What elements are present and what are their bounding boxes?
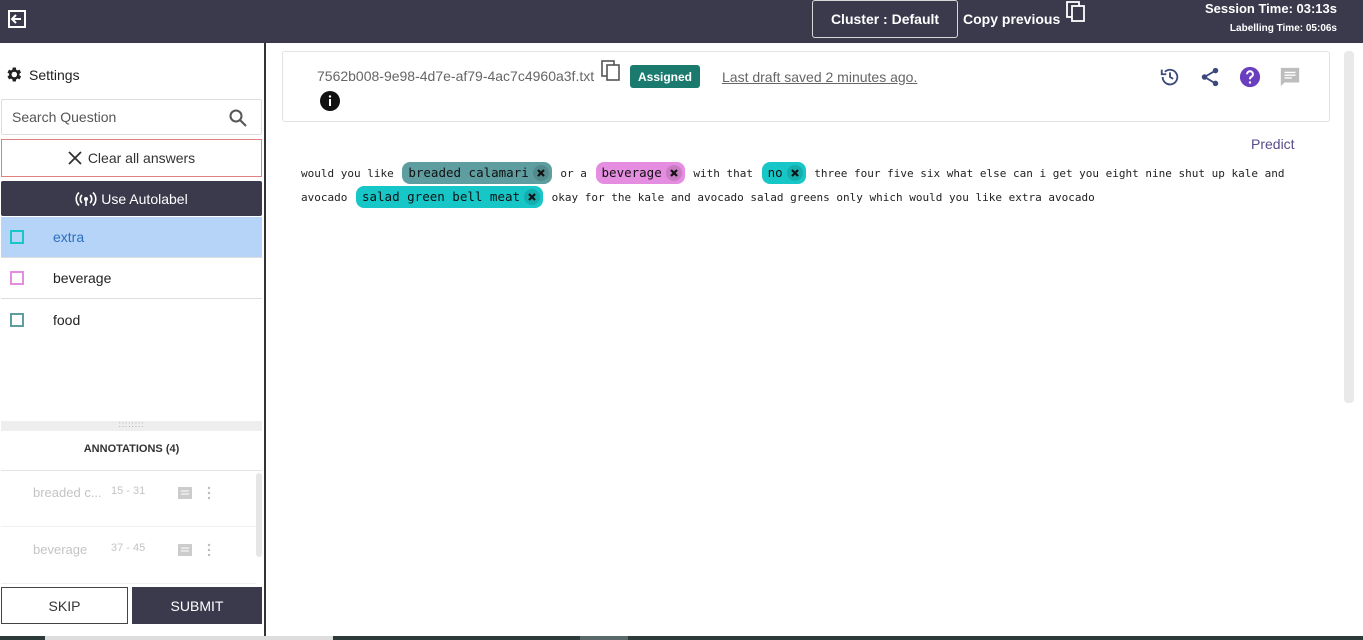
file-name: 7562b008-9e98-4d7e-af79-4ac7c4960a3f.txt — [317, 68, 595, 84]
history-icon[interactable] — [1159, 66, 1181, 88]
comment-icon[interactable] — [1279, 66, 1301, 88]
sidebar: Settings Clear all answers Use Autolabel… — [0, 43, 266, 640]
clear-all-label: Clear all answers — [87, 150, 196, 166]
search-icon[interactable] — [229, 109, 247, 127]
copy-previous-button[interactable]: Copy previous — [963, 1, 1086, 37]
annotation-row[interactable]: beverage 37 - 45 — [1, 528, 256, 584]
taskbar-segment — [580, 636, 628, 640]
text-segment: with that — [693, 167, 753, 180]
autolabel-label: Use Autolabel — [101, 190, 188, 207]
use-autolabel-button[interactable]: Use Autolabel — [1, 181, 262, 216]
copy-icon — [1066, 1, 1086, 22]
help-icon[interactable] — [1239, 66, 1261, 88]
search-input[interactable] — [2, 100, 222, 134]
search-box — [1, 99, 262, 135]
span-text: no — [767, 165, 783, 180]
checkbox[interactable] — [10, 230, 24, 244]
annotation-row[interactable]: breaded c... 15 - 31 — [1, 471, 256, 527]
annotations-scrollbar[interactable] — [256, 473, 262, 557]
labelling-time: Labelling Time: 05:06s — [1229, 23, 1337, 34]
label-name: food — [53, 311, 81, 328]
status-badge: Assigned — [630, 65, 701, 88]
label-item-beverage[interactable]: beverage — [1, 258, 262, 299]
annotation-text: breaded c... — [33, 485, 102, 500]
draft-saved-link[interactable]: Last draft saved 2 minutes ago. — [722, 69, 917, 85]
taskbar-strip — [0, 636, 1363, 640]
text-segment: okay for the kale and avocado salad gree… — [551, 191, 1095, 204]
session-time: Session Time: 03:13s — [1205, 1, 1337, 16]
info-icon[interactable] — [320, 91, 340, 111]
cluster-button[interactable]: Cluster : Default — [812, 0, 958, 38]
comment-icon[interactable] — [178, 544, 192, 556]
resize-handle[interactable]: :::::::: — [1, 421, 262, 431]
document-text: would you like breaded calamari or a bev… — [301, 162, 1311, 210]
settings-label: Settings — [29, 66, 80, 83]
remove-span-icon[interactable] — [524, 189, 541, 205]
clear-all-answers-button[interactable]: Clear all answers — [1, 139, 262, 177]
remove-span-icon[interactable] — [665, 165, 682, 181]
span-text: breaded calamari — [408, 165, 529, 180]
predict-button[interactable]: Predict — [1251, 136, 1295, 152]
annotation-range: 37 - 45 — [111, 542, 146, 554]
span-text: beverage — [601, 165, 662, 180]
document-header: 7562b008-9e98-4d7e-af79-4ac7c4960a3f.txt… — [282, 51, 1330, 122]
exit-icon[interactable] — [7, 9, 27, 29]
top-bar: Cluster : Default Copy previous Session … — [0, 0, 1363, 43]
taskbar-segment — [45, 636, 333, 640]
copy-previous-label: Copy previous — [963, 11, 1061, 27]
more-vertical-icon[interactable] — [207, 543, 211, 557]
annotation-range: 15 - 31 — [111, 485, 146, 497]
checkbox[interactable] — [10, 271, 24, 285]
copy-icon[interactable] — [601, 60, 621, 82]
span-text: salad green bell meat — [361, 189, 521, 204]
annotation-span-extra[interactable]: salad green bell meat — [355, 186, 544, 208]
label-item-food[interactable]: food — [1, 299, 262, 340]
skip-button[interactable]: SKIP — [1, 587, 128, 624]
remove-span-icon[interactable] — [532, 165, 549, 181]
annotation-span-beverage[interactable]: beverage — [595, 162, 685, 184]
remove-span-icon[interactable] — [786, 165, 803, 181]
text-segment: or a — [560, 167, 587, 180]
text-segment: would you like — [301, 167, 394, 180]
label-item-extra[interactable]: extra — [1, 217, 262, 258]
annotations-title: ANNOTATIONS (4) — [83, 443, 180, 455]
comment-icon[interactable] — [178, 487, 192, 499]
annotations-list: breaded c... 15 - 31 beverage 37 - 45 — [1, 470, 262, 584]
share-icon[interactable] — [1199, 66, 1221, 88]
label-name: extra — [53, 229, 85, 245]
main-scrollbar[interactable] — [1344, 51, 1354, 403]
more-vertical-icon[interactable] — [207, 486, 211, 500]
annotation-text: beverage — [33, 542, 88, 557]
annotation-span-food[interactable]: breaded calamari — [402, 162, 552, 184]
broadcast-icon — [75, 191, 97, 206]
gear-icon — [7, 67, 22, 82]
close-icon — [68, 151, 82, 165]
annotation-span-extra[interactable]: no — [761, 162, 806, 184]
checkbox[interactable] — [10, 312, 24, 327]
settings-button[interactable]: Settings — [4, 65, 80, 84]
label-name: beverage — [53, 270, 112, 286]
submit-button[interactable]: SUBMIT — [132, 587, 262, 624]
